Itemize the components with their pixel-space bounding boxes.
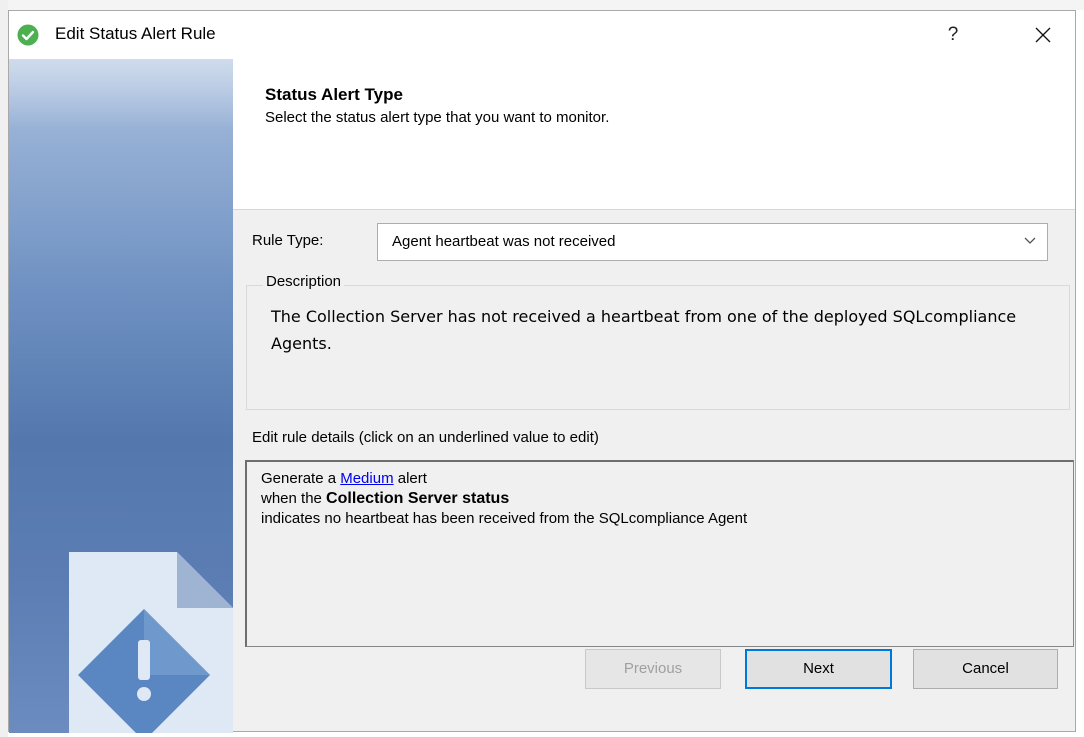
rule-type-label: Rule Type: — [252, 232, 324, 249]
background-window-edge — [0, 0, 1084, 10]
edit-rule-details-label: Edit rule details (click on an underline… — [252, 429, 599, 446]
cancel-button[interactable]: Cancel — [913, 649, 1058, 689]
description-text: The Collection Server has not received a… — [271, 307, 1017, 353]
description-legend: Description — [263, 273, 345, 290]
previous-button[interactable]: Previous — [585, 649, 721, 689]
rule-detail-line-2: when the Collection Server status — [261, 490, 509, 508]
rule-text-generate: Generate a — [261, 470, 341, 487]
background-window-edge-left — [0, 0, 8, 737]
dialog-window: Edit Status Alert Rule ? Status Alert Ty… — [8, 10, 1076, 733]
rule-type-selected-value: Agent heartbeat was not received — [392, 233, 616, 250]
rule-details-box[interactable]: Generate a Medium alert when the Collect… — [245, 460, 1074, 647]
rule-detail-line-1: Generate a Medium alert — [261, 470, 427, 487]
close-icon — [1035, 27, 1051, 43]
rule-text-alert: alert — [393, 470, 427, 487]
help-button[interactable]: ? — [931, 19, 975, 51]
next-button[interactable]: Next — [745, 649, 892, 689]
alert-document-icon — [69, 552, 233, 733]
dialog-title: Edit Status Alert Rule — [55, 24, 216, 43]
title-bar[interactable]: Edit Status Alert Rule ? — [9, 11, 1075, 59]
wizard-side-panel — [9, 59, 233, 733]
page-title: Status Alert Type — [265, 85, 403, 104]
rule-text-when: when the — [261, 490, 327, 507]
rule-type-dropdown[interactable]: Agent heartbeat was not received — [377, 223, 1048, 261]
close-button[interactable] — [1021, 19, 1065, 51]
rule-detail-line-3: indicates no heartbeat has been received… — [261, 510, 748, 527]
wizard-header: Status Alert Type Select the status aler… — [233, 59, 1075, 210]
green-check-circle-icon — [17, 24, 39, 46]
collection-server-status-text: Collection Server status — [326, 490, 510, 507]
page-subtitle: Select the status alert type that you wa… — [265, 109, 610, 126]
chevron-down-icon — [1024, 237, 1036, 244]
alert-level-link[interactable]: Medium — [340, 470, 393, 487]
